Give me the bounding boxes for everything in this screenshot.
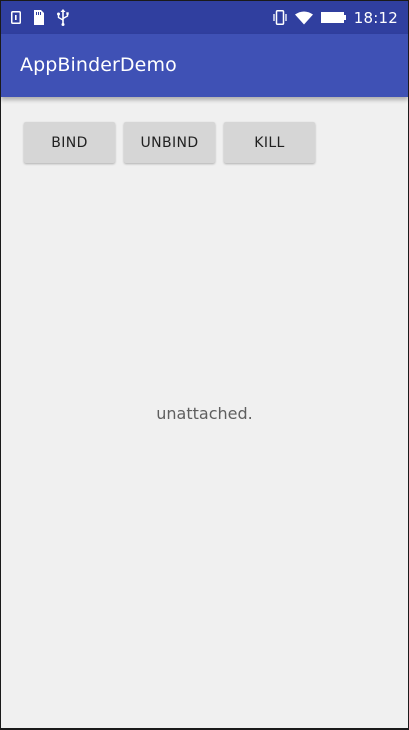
bind-button[interactable]: BIND	[24, 122, 115, 163]
binder-status-text: unattached.	[156, 404, 253, 423]
usb-icon	[57, 9, 69, 26]
wifi-icon	[294, 11, 313, 24]
app-screen: 18:12 AppBinderDemo BIND UNBIND KILL una…	[1, 1, 408, 728]
status-bar-right-icons: 18:12	[273, 1, 398, 34]
vibrate-icon	[273, 10, 287, 25]
kill-button[interactable]: KILL	[224, 122, 315, 163]
status-bar-clock: 18:12	[353, 8, 398, 27]
sd-card-icon	[34, 10, 44, 25]
action-button-row: BIND UNBIND KILL	[24, 122, 315, 163]
app-title: AppBinderDemo	[20, 54, 177, 76]
status-bar: 18:12	[1, 1, 408, 34]
status-bar-left-icons	[11, 1, 70, 34]
app-bar: AppBinderDemo	[1, 34, 408, 97]
unbind-button[interactable]: UNBIND	[124, 122, 215, 163]
battery-icon	[320, 12, 346, 23]
sim-icon	[11, 11, 21, 24]
